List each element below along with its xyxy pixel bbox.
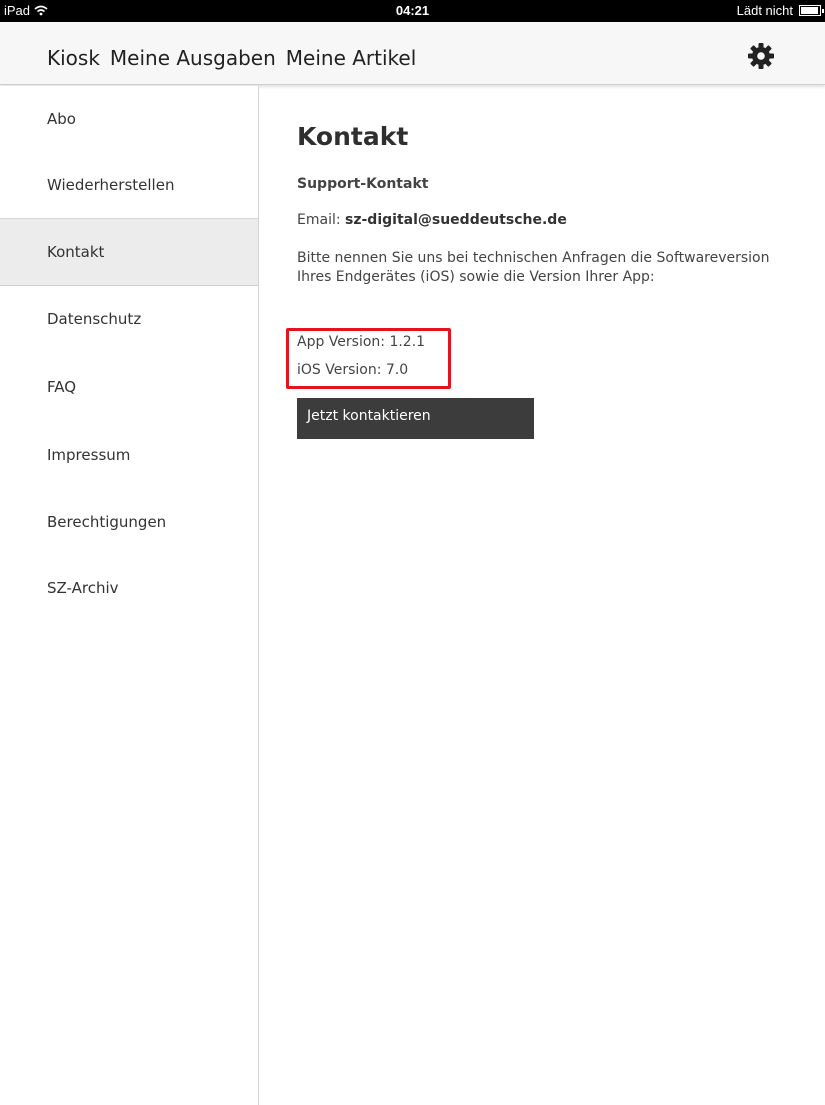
sidebar-item-berechtigungen[interactable]: Berechtigungen (0, 489, 258, 555)
app-version: App Version: 1.2.1 (297, 334, 426, 350)
email-line: Email: sz-digital@sueddeutsche.de (297, 212, 567, 228)
sidebar-item-impressum[interactable]: Impressum (0, 422, 258, 488)
sidebar-item-wiederherstellen[interactable]: Wiederherstellen (0, 152, 258, 218)
top-navigation-bar: Kiosk Meine Ausgaben Meine Artikel (0, 22, 825, 85)
battery-icon (799, 5, 824, 16)
page-title: Kontakt (297, 122, 409, 151)
contact-now-button[interactable]: Jetzt kontaktieren (297, 398, 534, 439)
email-address[interactable]: sz-digital@sueddeutsche.de (345, 212, 567, 228)
tab-kiosk[interactable]: Kiosk (47, 46, 100, 70)
sidebar-item-faq[interactable]: FAQ (0, 354, 258, 420)
sidebar-item-label: Datenschutz (47, 310, 142, 328)
status-right: Lädt nicht (736, 3, 824, 18)
sidebar-item-label: SZ-Archiv (47, 579, 119, 597)
sidebar-item-datenschutz[interactable]: Datenschutz (0, 286, 258, 352)
gear-icon[interactable] (747, 42, 775, 70)
sidebar-item-abo[interactable]: Abo (0, 86, 258, 152)
sidebar-item-label: Impressum (47, 446, 131, 464)
sidebar-item-label: Berechtigungen (47, 513, 167, 531)
tab-meine-ausgaben[interactable]: Meine Ausgaben (110, 46, 276, 70)
status-bar: iPad 04:21 Lädt nicht (0, 0, 825, 22)
sidebar-item-label: Wiederherstellen (47, 176, 175, 194)
email-label: Email: (297, 212, 341, 228)
tab-meine-artikel[interactable]: Meine Artikel (286, 46, 417, 70)
status-time: 04:21 (395, 3, 430, 18)
battery-fill (801, 7, 818, 14)
sidebar-item-label: Kontakt (47, 243, 105, 261)
sidebar-item-kontakt[interactable]: Kontakt (0, 218, 258, 286)
sidebar-item-label: Abo (47, 110, 76, 128)
support-contact-heading: Support-Kontakt (297, 176, 429, 192)
sidebar-item-label: FAQ (47, 378, 77, 396)
sidebar-menu: Abo Wiederherstellen Kontakt Datenschutz… (0, 86, 259, 1105)
sidebar-item-sz-archiv[interactable]: SZ-Archiv (0, 555, 258, 621)
ios-version: iOS Version: 7.0 (297, 362, 409, 378)
charging-status: Lädt nicht (736, 3, 793, 18)
nav-tabs: Kiosk Meine Ausgaben Meine Artikel (47, 46, 416, 70)
version-request-text: Bitte nennen Sie uns bei technischen Anf… (297, 250, 770, 285)
